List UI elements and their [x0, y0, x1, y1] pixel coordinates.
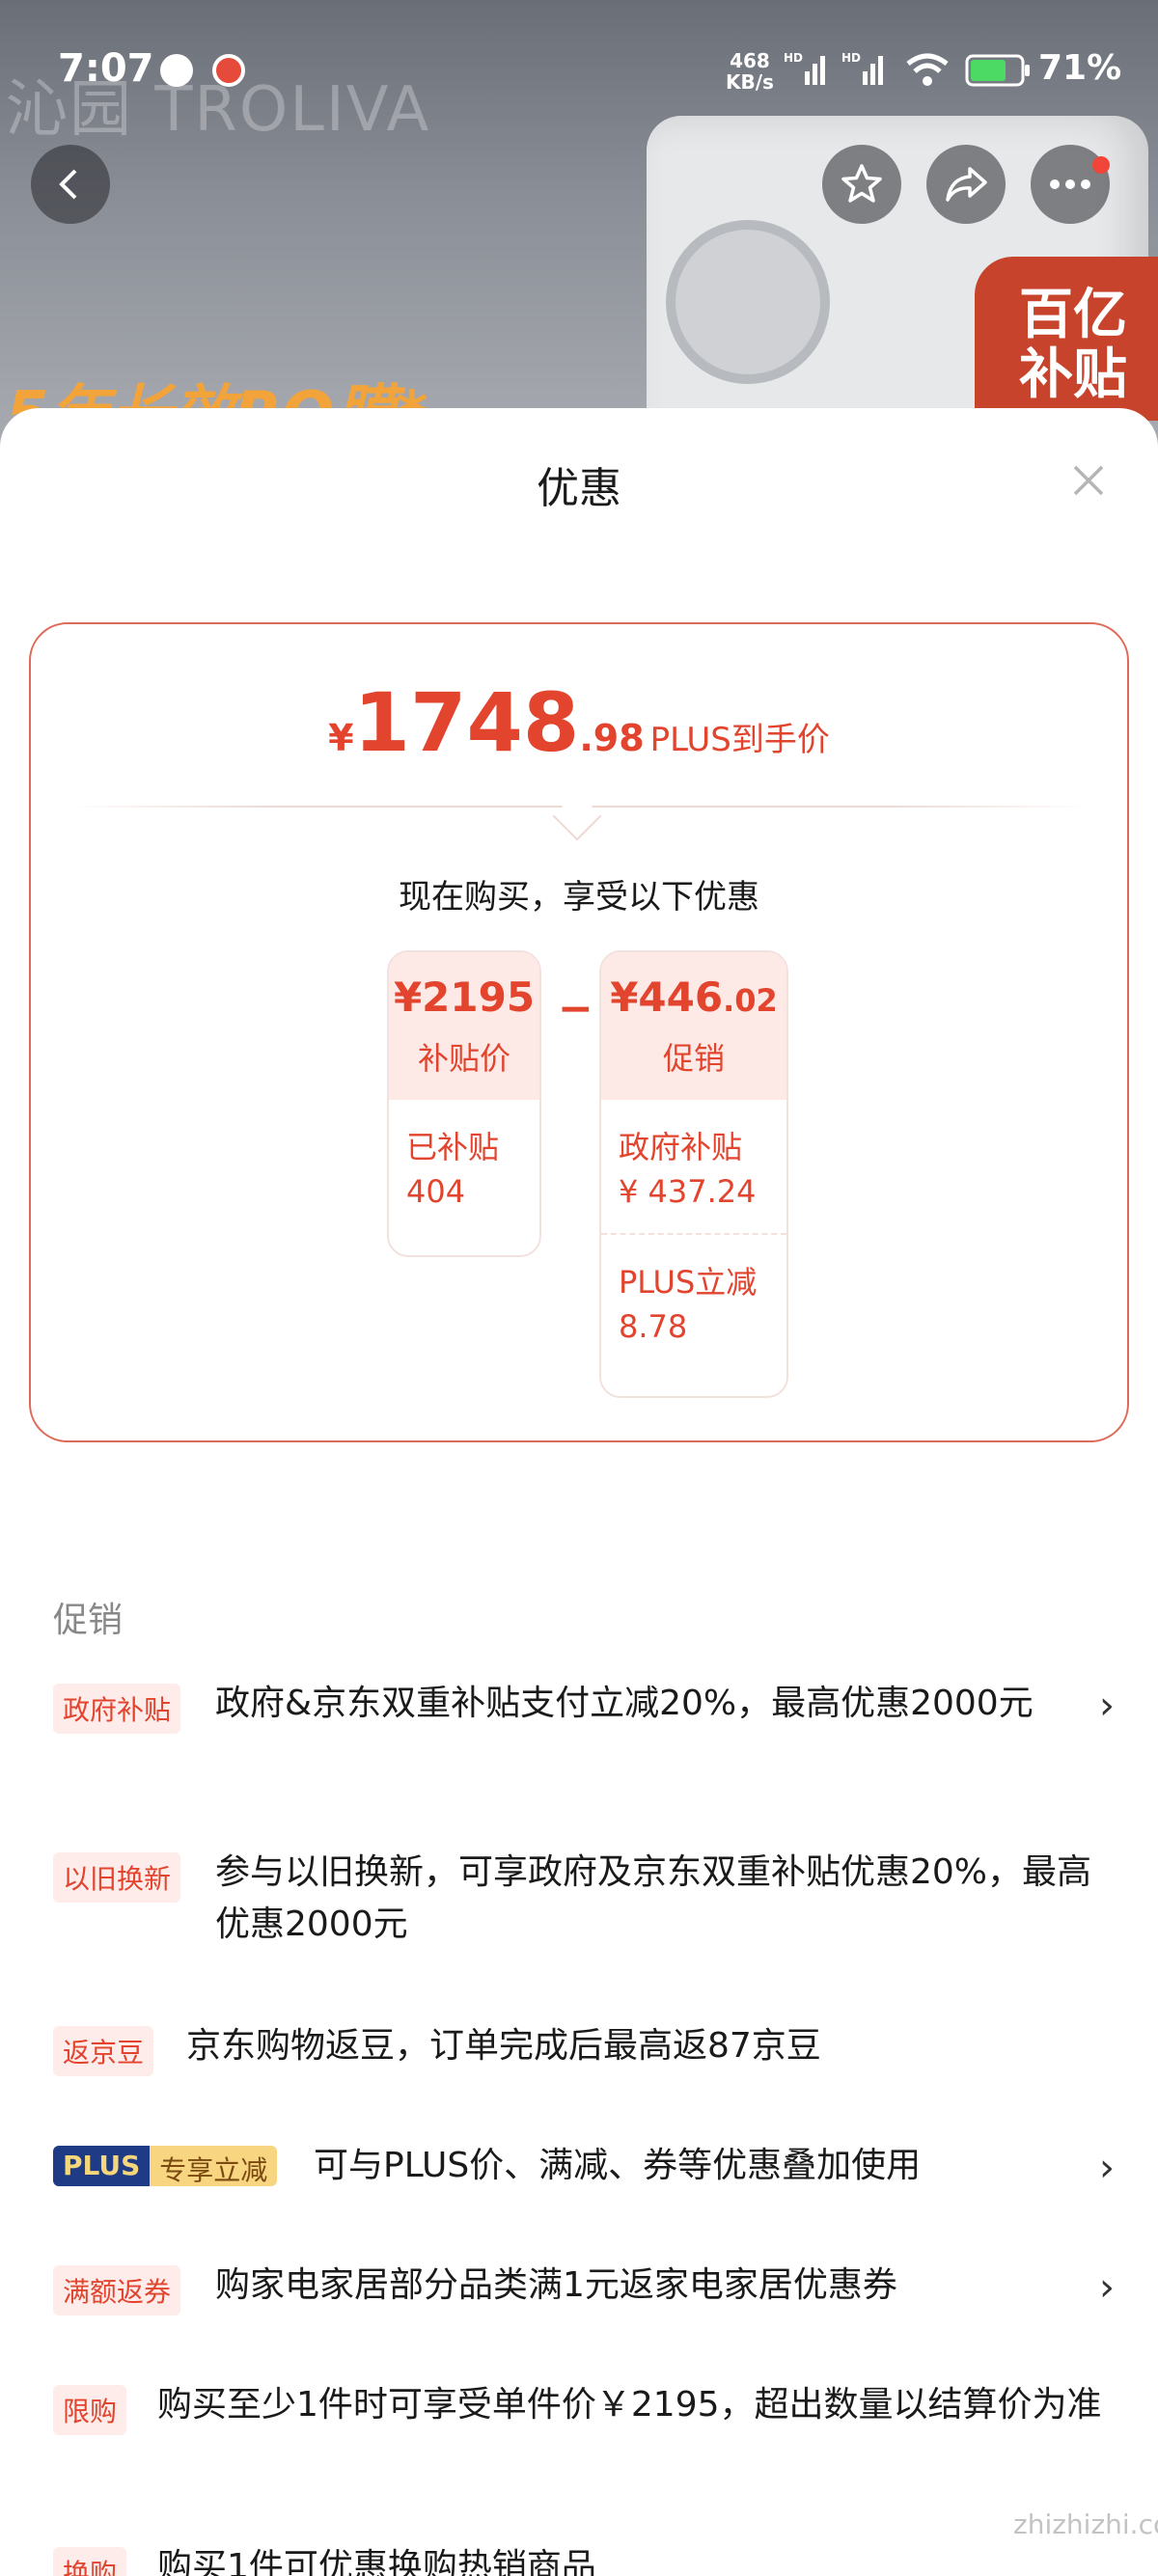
- signal-icon-2: HD: [841, 51, 883, 85]
- plus-tag-a: PLUS: [53, 2146, 151, 2186]
- subsidy-detail: 已补贴 404: [389, 1100, 539, 1233]
- plus-exclusive-tag: PLUS 专享立减: [53, 2146, 278, 2186]
- network-speed-value: 468: [730, 49, 770, 72]
- more-dots-icon: [1050, 179, 1090, 189]
- promo-tag: 以旧换新: [53, 1852, 181, 1903]
- battery-icon: [965, 54, 1030, 87]
- gov-subsidy-detail: 政府补贴 ¥ 437.24: [601, 1100, 786, 1233]
- product-dial: [666, 220, 830, 384]
- promo-text: 购买至少1件时可享受单件价￥2195，超出数量以结算价为准: [157, 2385, 1102, 2425]
- signal-icon: HD: [784, 51, 825, 85]
- subsidy-price-amount: ¥2195: [393, 973, 536, 1021]
- promo-item-limit: 限购 购买至少1件时可享受单件价￥2195，超出数量以结算价为准: [53, 2385, 1115, 2491]
- plus-final-price: ¥1748.98 PLUS到手价: [0, 675, 1158, 770]
- promo-text: 京东购物返豆，订单完成后最高返87京豆: [186, 2026, 821, 2066]
- promo-text: 购家电家居部分品类满1元返家电家居优惠券: [215, 2265, 897, 2305]
- subsidy-detail-label: 已补贴: [406, 1129, 500, 1165]
- promo-item-trade-in: 以旧换新 参与以旧换新，可享政府及京东双重补贴优惠20%，最高优惠2000元: [53, 1852, 1115, 1959]
- chevron-right-icon: ›: [1099, 1684, 1115, 1728]
- promotion-label: 促销: [662, 1040, 725, 1077]
- promo-tag: 满额返券: [53, 2265, 181, 2316]
- share-icon: [946, 167, 987, 202]
- notification-dot: [1092, 156, 1110, 174]
- share-button[interactable]: [926, 145, 1006, 224]
- close-button[interactable]: [1062, 453, 1116, 507]
- network-speed: 468 KB/s: [726, 50, 774, 93]
- buy-now-caption: 现在购买，享受以下优惠: [399, 878, 759, 917]
- subsidy-badge-text: 百亿 补贴: [1019, 284, 1127, 406]
- price-tag: PLUS到手价: [649, 721, 830, 759]
- promo-text: 购买1件可优惠换购热销商品: [157, 2547, 596, 2576]
- price-currency: ¥: [328, 717, 354, 759]
- promotion-header: ¥446.02 促销: [601, 952, 786, 1100]
- star-icon: [841, 164, 882, 203]
- promo-tag: 政府补贴: [53, 1684, 181, 1734]
- plus-discount-detail: PLUS立减 8.78: [601, 1235, 786, 1368]
- subsidy-price-card: ¥2195 补贴价 已补贴 404: [387, 950, 541, 1257]
- status-time: 7:07: [58, 46, 154, 91]
- promo-tag: 返京豆: [53, 2026, 154, 2076]
- promo-text: 政府&京东双重补贴支付立减20%，最高优惠2000元: [215, 1684, 1034, 1723]
- promotions-section-title: 促销: [53, 1601, 124, 1640]
- subsidy-price-header: ¥2195 补贴价: [389, 952, 539, 1100]
- chevron-left-icon: [59, 169, 77, 200]
- app-notification-icon-2: [212, 54, 245, 87]
- promo-text: 参与以旧换新，可享政府及京东双重补贴优惠20%，最高优惠2000元: [215, 1852, 1092, 1944]
- promotion-amount-main: ¥446: [610, 973, 724, 1021]
- promo-item-plus[interactable]: PLUS 专享立减 可与PLUS价、满减、券等优惠叠加使用 ›: [53, 2146, 1115, 2204]
- promo-item-gov-subsidy[interactable]: 政府补贴 政府&京东双重补贴支付立减20%，最高优惠2000元 ›: [53, 1684, 1115, 1790]
- favorite-button[interactable]: [822, 145, 901, 224]
- price-integer: 1748: [353, 675, 580, 770]
- promotion-amount-decimal: .02: [723, 982, 778, 1019]
- promo-item-jingdou: 返京豆 京东购物返豆，订单完成后最高返87京豆: [53, 2026, 1115, 2084]
- chevron-right-icon: ›: [1099, 2265, 1115, 2310]
- minus-operator: −: [558, 984, 593, 1033]
- plus-discount-label: PLUS立减: [619, 1264, 758, 1301]
- app-notification-icon: [160, 54, 193, 87]
- hd-label-1: HD: [784, 51, 803, 65]
- gov-subsidy-label: 政府补贴: [619, 1129, 743, 1165]
- promotion-amount: ¥446.02: [601, 973, 786, 1021]
- gov-subsidy-value: ¥ 437.24: [619, 1173, 757, 1210]
- network-speed-unit: KB/s: [726, 70, 774, 94]
- subsidy-price-label: 补贴价: [417, 1040, 510, 1077]
- promo-tag: 换购: [53, 2547, 127, 2576]
- watermark: zhizhizhi.com: [1013, 2508, 1158, 2540]
- promo-text: 可与PLUS价、满减、券等优惠叠加使用: [314, 2146, 922, 2185]
- status-bar: 7:07 468 KB/s HD HD 71%: [0, 0, 1158, 135]
- promo-item-exchange[interactable]: 换购 购买1件可优惠换购热销商品: [53, 2547, 1115, 2576]
- wifi-icon: [906, 53, 949, 86]
- chevron-right-icon: ›: [1099, 2146, 1115, 2190]
- plus-discount-value: 8.78: [619, 1308, 688, 1345]
- subsidy-detail-value: 404: [406, 1173, 466, 1210]
- hd-label-2: HD: [841, 51, 861, 65]
- sheet-title: 优惠: [537, 464, 621, 513]
- promo-tag: 限购: [53, 2385, 127, 2435]
- price-decimal: .98: [579, 717, 645, 759]
- promotion-card: ¥446.02 促销 政府补贴 ¥ 437.24 PLUS立减 8.78: [599, 950, 788, 1398]
- back-button[interactable]: [31, 145, 110, 224]
- close-icon: [1073, 465, 1104, 496]
- battery-percent: 71%: [1038, 48, 1122, 88]
- subsidy-badge: 百亿 补贴: [975, 257, 1158, 421]
- promo-item-coupon[interactable]: 满额返券 购家电家居部分品类满1元返家电家居优惠券 ›: [53, 2265, 1115, 2323]
- plus-tag-b: 专享立减: [150, 2146, 278, 2186]
